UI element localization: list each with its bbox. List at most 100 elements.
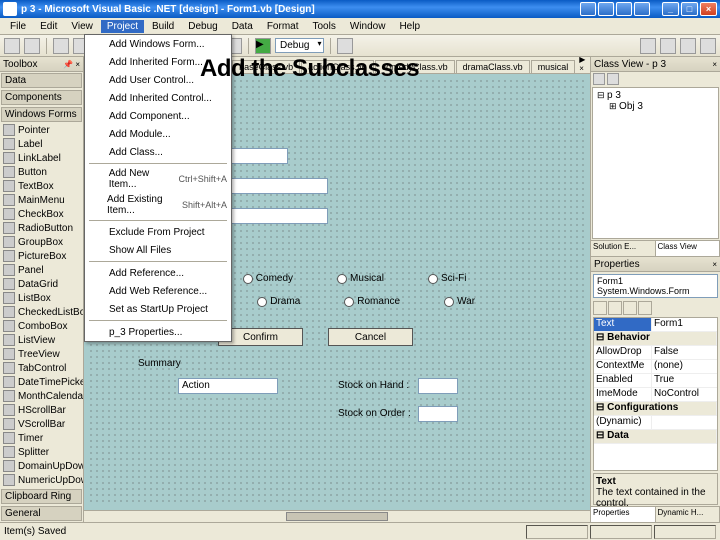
toolbox-item[interactable]: TrackBar [0, 487, 83, 488]
toolbox-item[interactable]: Label [0, 137, 83, 151]
classview-tool-icon[interactable] [593, 73, 605, 85]
mid-btn-3[interactable] [616, 2, 632, 16]
doc-tab[interactable]: dramaClass.vb [456, 60, 530, 73]
toolbox-item[interactable]: Button [0, 165, 83, 179]
tab-dynamic-help[interactable]: Dynamic H... [656, 507, 720, 522]
menu-project[interactable]: Project [101, 20, 144, 33]
menu-file[interactable]: File [4, 20, 32, 33]
menu-format[interactable]: Format [261, 20, 305, 33]
menu-help[interactable]: Help [393, 20, 426, 33]
cancel-button[interactable]: Cancel [328, 328, 413, 346]
toolbar-icon[interactable] [337, 38, 353, 54]
toolbox-cat-winforms[interactable]: Windows Forms [1, 107, 82, 122]
minimize-button[interactable]: _ [662, 2, 679, 16]
toolbox-item[interactable]: Timer [0, 431, 83, 445]
property-row[interactable]: TextForm1 [594, 318, 717, 332]
radio-option[interactable]: Sci-Fi [428, 273, 467, 284]
toolbox-cat-data[interactable]: Data [1, 73, 82, 88]
property-row[interactable]: ImeModeNoControl [594, 388, 717, 402]
toolbar-icon[interactable] [640, 38, 656, 54]
menu-item[interactable]: p_3 Properties... [85, 323, 231, 341]
menu-item[interactable]: Add Existing Item...Shift+Alt+A [85, 192, 231, 218]
toolbox-item[interactable]: HScrollBar [0, 403, 83, 417]
input-stock-order[interactable] [418, 406, 458, 422]
properties-grid[interactable]: TextForm1⊟ BehaviorAllowDropFalseContext… [593, 317, 718, 471]
property-row[interactable]: ContextMe(none) [594, 360, 717, 374]
property-row[interactable]: (Dynamic) [594, 416, 717, 430]
property-row[interactable]: AllowDropFalse [594, 346, 717, 360]
toolbox-item[interactable]: LinkLabel [0, 151, 83, 165]
menu-view[interactable]: View [65, 20, 99, 33]
toolbar-icon[interactable] [53, 38, 69, 54]
prop-sort-icon[interactable] [593, 301, 607, 315]
config-combo[interactable]: Debug [275, 38, 324, 53]
toolbox-item[interactable]: DomainUpDown [0, 459, 83, 473]
menu-item[interactable]: Add Web Reference... [85, 282, 231, 300]
pin-icon[interactable]: × [712, 260, 717, 269]
toolbox-item[interactable]: TreeView [0, 347, 83, 361]
toolbox-cat-general[interactable]: General [1, 506, 82, 521]
toolbox-item[interactable]: NumericUpDown [0, 473, 83, 487]
radio-option[interactable]: Drama [257, 296, 300, 307]
prop-page-icon[interactable] [623, 301, 637, 315]
mid-btn-4[interactable] [634, 2, 650, 16]
tab-nav[interactable]: ◀ ▶ × [576, 57, 590, 73]
menu-item[interactable]: Add Class... [85, 143, 231, 161]
property-row[interactable]: ⊟ Data [594, 430, 717, 444]
property-row[interactable]: EnabledTrue [594, 374, 717, 388]
property-row[interactable]: ⊟ Configurations [594, 402, 717, 416]
menu-item[interactable]: Exclude From Project [85, 223, 231, 241]
toolbox-item[interactable]: CheckedListBox [0, 305, 83, 319]
toolbox-item[interactable]: GroupBox [0, 235, 83, 249]
toolbox-item[interactable]: Panel [0, 263, 83, 277]
toolbar-icon[interactable] [700, 38, 716, 54]
tab-class-view[interactable]: Class View [656, 241, 720, 256]
pin-icon[interactable]: × [712, 60, 717, 69]
toolbox-item[interactable]: ListView [0, 333, 83, 347]
combo-category[interactable]: Action [178, 378, 278, 394]
menu-item[interactable]: Add New Item...Ctrl+Shift+A [85, 166, 231, 192]
menu-item[interactable]: Add Component... [85, 107, 231, 125]
toolbox-item[interactable]: PictureBox [0, 249, 83, 263]
prop-events-icon[interactable] [638, 301, 652, 315]
menu-window[interactable]: Window [344, 20, 392, 33]
toolbox-item[interactable]: TabControl [0, 361, 83, 375]
property-row[interactable]: ⊟ Behavior [594, 332, 717, 346]
toolbox-item[interactable]: VScrollBar [0, 417, 83, 431]
toolbox-cat-components[interactable]: Components [1, 90, 82, 105]
properties-object-combo[interactable]: Form1 System.Windows.Form [593, 274, 718, 298]
class-tree[interactable]: ⊟ p 3 ⊞ Obj 3 [592, 87, 719, 239]
classview-tool-icon[interactable] [607, 73, 619, 85]
toolbox-item[interactable]: DateTimePicker [0, 375, 83, 389]
menu-build[interactable]: Build [146, 20, 180, 33]
toolbar-icon[interactable] [680, 38, 696, 54]
toolbox-cat-clipboard[interactable]: Clipboard Ring [1, 489, 82, 504]
toolbox-item[interactable]: RadioButton [0, 221, 83, 235]
toolbar-icon[interactable] [4, 38, 20, 54]
doc-tab[interactable]: musical [531, 60, 576, 73]
radio-option[interactable]: Romance [344, 296, 400, 307]
toolbox-item[interactable]: TextBox [0, 179, 83, 193]
radio-option[interactable]: War [444, 296, 475, 307]
toolbox-item[interactable]: MainMenu [0, 193, 83, 207]
horizontal-scrollbar[interactable] [84, 510, 590, 522]
menu-item[interactable]: Set as StartUp Project [85, 300, 231, 318]
menu-item[interactable]: Add Module... [85, 125, 231, 143]
menu-tools[interactable]: Tools [307, 20, 342, 33]
toolbox-item[interactable]: CheckBox [0, 207, 83, 221]
mid-btn-2[interactable] [598, 2, 614, 16]
toolbar-icon[interactable] [24, 38, 40, 54]
prop-sort-icon[interactable] [608, 301, 622, 315]
toolbox-item[interactable]: ListBox [0, 291, 83, 305]
run-icon[interactable]: ▶ [255, 38, 271, 54]
menu-item[interactable]: Add Reference... [85, 264, 231, 282]
close-button[interactable]: × [700, 2, 717, 16]
tab-properties[interactable]: Properties [591, 507, 656, 522]
tab-solution-explorer[interactable]: Solution E... [591, 241, 656, 256]
toolbar-icon[interactable] [660, 38, 676, 54]
radio-option[interactable]: Comedy [243, 273, 293, 284]
toolbox-item[interactable]: MonthCalendar [0, 389, 83, 403]
toolbox-item[interactable]: Pointer [0, 123, 83, 137]
mid-btn-1[interactable] [580, 2, 596, 16]
menu-item[interactable]: Add Inherited Control... [85, 89, 231, 107]
